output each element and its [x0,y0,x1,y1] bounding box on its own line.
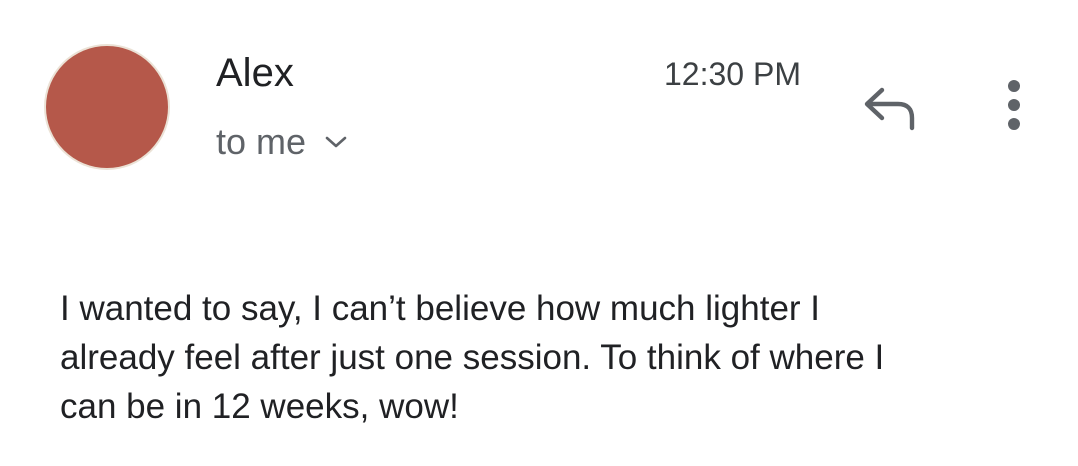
sender-name: Alex [216,51,294,95]
reply-button[interactable] [858,80,922,136]
message-time: 12:30 PM [664,56,801,92]
recipient-details-toggle[interactable]: to me [216,120,348,164]
reply-icon [864,87,915,131]
more-vert-icon [1008,80,1020,130]
chevron-down-icon [325,136,347,148]
recipient-label: to me [216,121,307,162]
avatar[interactable] [46,46,168,168]
message-body: I wanted to say, I can’t believe how muc… [60,289,885,426]
more-options-button[interactable] [994,76,1034,140]
